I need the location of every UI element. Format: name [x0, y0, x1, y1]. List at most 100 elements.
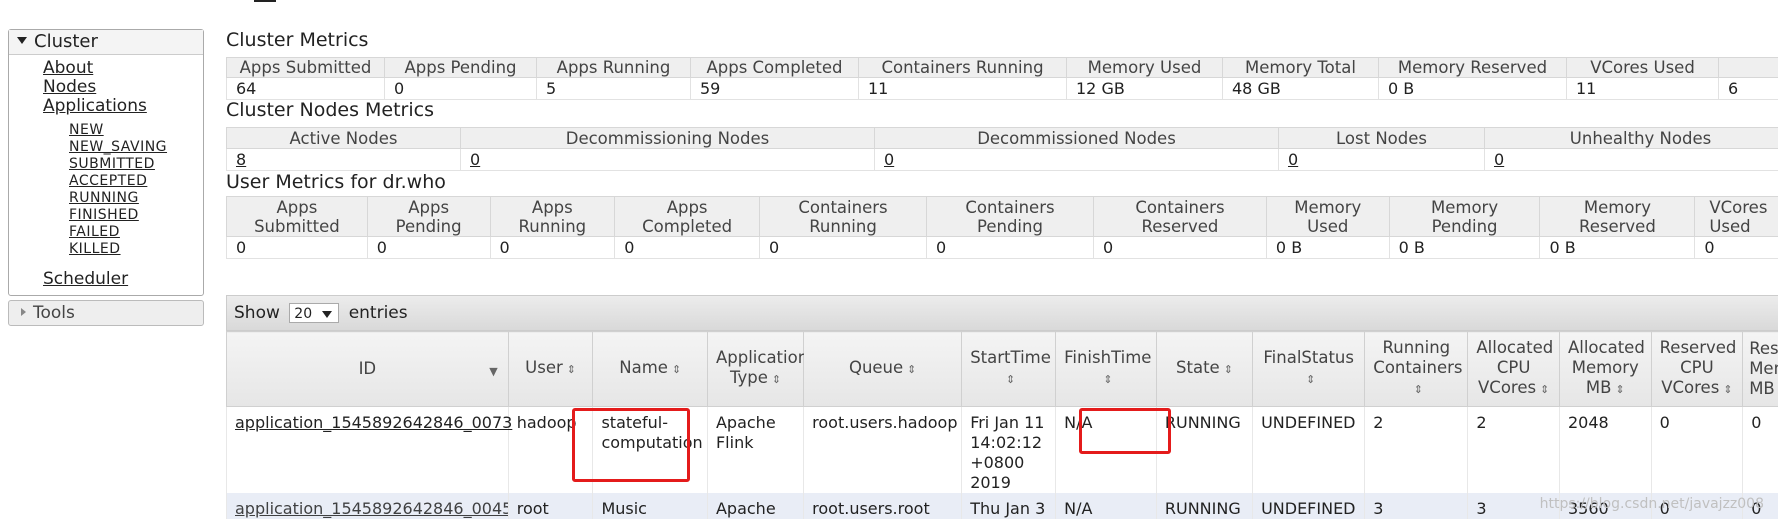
start-line: 14:02:12: [970, 433, 1042, 452]
start-line: Fri Jan 11: [970, 413, 1044, 432]
col-header-starttime[interactable]: StartTime⇕: [962, 332, 1056, 407]
col-header-user[interactable]: User ⇕: [508, 332, 593, 407]
col-header-allocated-memory[interactable]: AllocatedMemoryMB⇕: [1559, 332, 1651, 407]
col-header-queue[interactable]: Queue⇕: [804, 332, 962, 407]
cm-value: 5: [537, 78, 691, 100]
um-value: 0 B: [1266, 237, 1389, 259]
scheduler-link[interactable]: Scheduler: [43, 270, 203, 289]
col-header-finishtime[interactable]: FinishTime⇕: [1056, 332, 1157, 407]
col-header-running-containers[interactable]: RunningContainers⇕: [1365, 332, 1468, 407]
um-header: Completed: [642, 217, 732, 236]
decommissioned-nodes-link[interactable]: 0: [884, 150, 894, 169]
col-label: Queue: [849, 358, 903, 377]
col-label: MB: [1749, 379, 1775, 398]
about-link[interactable]: About: [43, 59, 203, 78]
um-value: 0: [615, 237, 760, 259]
application-id-link[interactable]: application_1545892642846_0045: [235, 499, 508, 518]
col-header-reserved-memory[interactable]: ReseMemMB: [1743, 332, 1778, 407]
nm-header: Unhealthy Nodes: [1485, 128, 1778, 149]
active-nodes-link[interactable]: 8: [236, 150, 246, 169]
col-label: Rese: [1749, 339, 1778, 358]
cluster-label: Cluster: [34, 31, 98, 52]
cm-header: Apps Running: [537, 58, 691, 78]
col-header-type[interactable]: ApplicationType⇕: [707, 332, 803, 407]
cell-queue: root.users.hadoop: [804, 407, 962, 494]
um-header: Reserved: [1579, 217, 1656, 236]
um-header: Used: [1709, 217, 1750, 236]
state-link-failed[interactable]: FAILED: [69, 224, 203, 241]
um-header: Apps: [408, 198, 449, 217]
sidebar: Cluster About Nodes Applications NEW NEW…: [8, 29, 204, 326]
state-link-new-saving[interactable]: NEW_SAVING: [69, 139, 203, 156]
unhealthy-nodes-link[interactable]: 0: [1494, 150, 1504, 169]
col-label: Allocated: [1476, 338, 1553, 357]
cm-header: Apps Pending: [385, 58, 537, 78]
um-header: Apps: [276, 198, 317, 217]
applications-table: ID▼ User⇕ Name⇕ ApplicationType⇕ Queue⇕ …: [226, 331, 1778, 519]
um-value: 0: [1695, 237, 1778, 259]
sort-icon: ⇕: [1006, 373, 1015, 386]
col-header-state[interactable]: State⇕: [1156, 332, 1252, 407]
cell-finalstatus: UNDEFINED: [1253, 493, 1365, 519]
expand-triangle-icon: [21, 308, 26, 316]
app-state-links: NEW NEW_SAVING SUBMITTED ACCEPTED RUNNIN…: [43, 122, 203, 258]
cell-reserved-cpu: 0: [1651, 407, 1743, 494]
col-label: MB: [1586, 378, 1612, 397]
um-header: VCores: [1709, 198, 1767, 217]
um-header: Containers: [1135, 198, 1224, 217]
type-line: Flink: [716, 433, 754, 452]
um-header: Submitted: [254, 217, 340, 236]
cell-running-containers: 3: [1365, 493, 1468, 519]
col-header-name[interactable]: Name⇕: [593, 332, 708, 407]
col-header-id[interactable]: ID▼: [227, 332, 509, 407]
start-line: +0800: [970, 453, 1024, 472]
um-header: Apps: [532, 198, 573, 217]
cluster-metrics-table: Apps Submitted Apps Pending Apps Running…: [226, 57, 1778, 100]
col-label: User: [525, 358, 563, 377]
col-label: Name: [619, 358, 668, 377]
col-header-reserved-cpu[interactable]: ReservedCPUVCores⇕: [1651, 332, 1743, 407]
application-id-link[interactable]: application_1545892642846_0073: [235, 413, 512, 432]
um-value: 0: [227, 237, 368, 259]
nodes-link[interactable]: Nodes: [43, 78, 203, 97]
cm-header: Memory Reserved: [1379, 58, 1567, 78]
applications-link[interactable]: Applications: [43, 97, 203, 116]
show-label: Show: [234, 303, 280, 323]
col-header-allocated-cpu[interactable]: AllocatedCPUVCores⇕: [1468, 332, 1560, 407]
col-label: CPU: [1680, 358, 1714, 377]
cell-queue: root.users.root: [804, 493, 962, 519]
um-value: 0: [367, 237, 490, 259]
cm-value: 11: [1567, 78, 1719, 100]
sort-icon: ⇕: [1615, 383, 1624, 396]
sort-icon: ⇕: [567, 363, 576, 376]
col-label: Mem: [1749, 359, 1778, 378]
um-header: Pending: [977, 217, 1043, 236]
um-value: 0: [926, 237, 1093, 259]
col-header-finalstatus[interactable]: FinalStatus⇕: [1253, 332, 1365, 407]
tools-header[interactable]: Tools: [8, 300, 204, 326]
um-header: Pending: [1432, 217, 1498, 236]
lost-nodes-link[interactable]: 0: [1288, 150, 1298, 169]
entries-label: entries: [349, 303, 408, 323]
sort-desc-icon: ▼: [489, 362, 497, 382]
um-value: 0 B: [1540, 237, 1695, 259]
um-header: Memory: [1584, 198, 1651, 217]
cm-value: 6: [1719, 78, 1778, 100]
nodes-metrics-table: Active Nodes Decommissioning Nodes Decom…: [226, 127, 1778, 171]
state-link-accepted[interactable]: ACCEPTED: [69, 173, 203, 190]
col-label: Allocated: [1568, 338, 1645, 357]
cell-reserved-memory: 0: [1743, 407, 1778, 494]
um-value: 0: [760, 237, 927, 259]
state-link-finished[interactable]: FINISHED: [69, 207, 203, 224]
decommissioning-nodes-link[interactable]: 0: [470, 150, 480, 169]
page-size-select[interactable]: 20: [289, 303, 339, 323]
state-link-submitted[interactable]: SUBMITTED: [69, 156, 203, 173]
cm-header: Memory Used: [1067, 58, 1223, 78]
state-link-new[interactable]: NEW: [69, 122, 203, 139]
cell-finalstatus: UNDEFINED: [1253, 407, 1365, 494]
sort-icon: ⇕: [1224, 363, 1233, 376]
state-link-killed[interactable]: KILLED: [69, 241, 203, 258]
cluster-header[interactable]: Cluster: [9, 30, 203, 55]
cluster-metrics-title: Cluster Metrics: [226, 29, 368, 51]
state-link-running[interactable]: RUNNING: [69, 190, 203, 207]
